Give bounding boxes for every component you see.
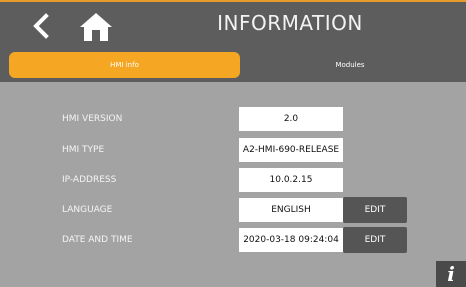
language-label: LANGUAGE [62,205,113,215]
hmi-version-label: HMI VERSION [62,114,123,124]
header-bar: INFORMATION [0,2,466,50]
hmi-type-value: A2-HMI-690-RELEASE [239,138,343,162]
hmi-version-value: 2.0 [239,107,343,131]
back-chevron-icon[interactable] [30,13,52,39]
ip-address-value: 10.0.2.15 [239,168,343,192]
home-icon[interactable] [79,11,113,43]
page-title: INFORMATION [217,11,363,35]
hmi-type-label: HMI TYPE [62,145,105,155]
date-time-label: DATE AND TIME [62,235,133,245]
language-edit-button[interactable]: EDIT [343,197,407,223]
tab-bar: HMI info Modules [0,50,466,82]
tab-modules[interactable]: Modules [240,52,460,78]
language-value: ENGLISH [239,198,343,222]
info-icon[interactable]: i [436,261,466,287]
date-time-value: 2020-03-18 09:24:04 [239,228,343,252]
ip-address-label: IP-ADDRESS [62,175,117,185]
date-time-edit-button[interactable]: EDIT [343,227,407,253]
tab-hmi-info[interactable]: HMI info [9,52,240,78]
